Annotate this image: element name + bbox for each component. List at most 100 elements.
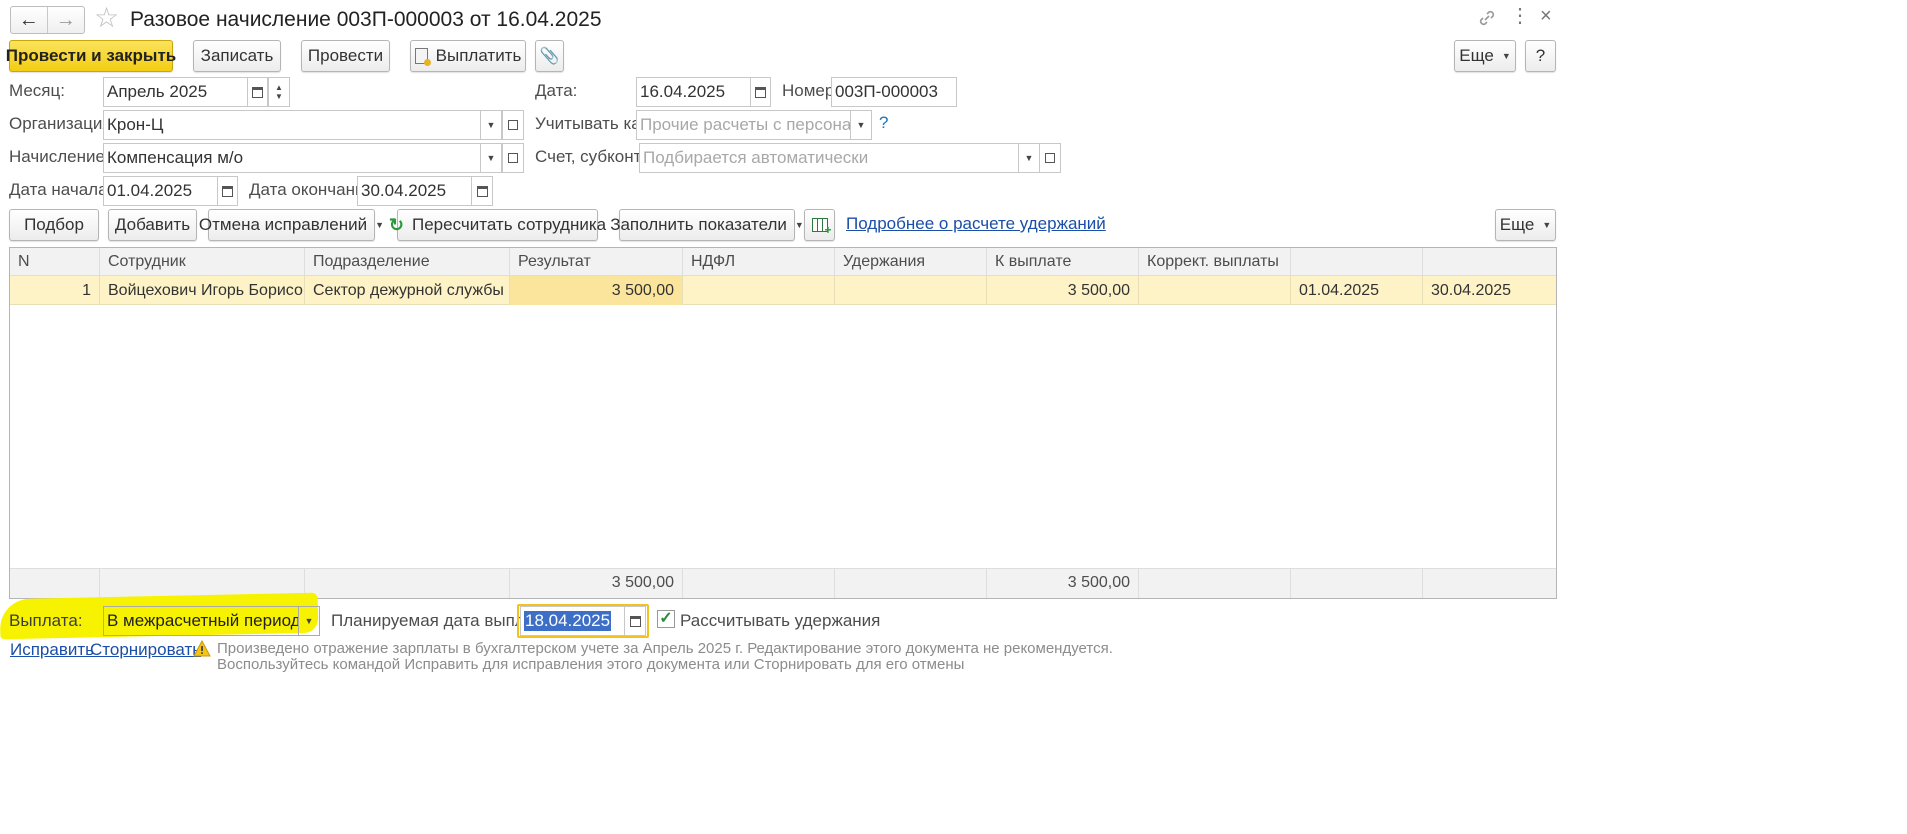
dropdown-arrow-icon: ▼ [1542,220,1552,230]
save-label: Записать [200,46,274,65]
table-more-label: Еще [1499,215,1535,234]
nav-buttons: ← → [10,6,85,34]
payment-label: Выплата: [9,611,83,630]
refresh-icon: ↻ [388,214,404,235]
document-pay-icon [414,48,431,66]
open-form-icon [508,120,518,130]
footer-cell-payment-correction [1139,568,1291,598]
end-date-calendar-button[interactable] [471,176,493,206]
row-cell-department: Сектор дежурной службы [305,276,510,305]
payment-field[interactable]: В межрасчетный период [103,606,299,636]
table-settings-button[interactable]: + [804,209,835,241]
col-header-period-start[interactable] [1291,248,1423,276]
subconto-open-button[interactable] [1039,143,1061,173]
planned-date-calendar-button[interactable] [624,606,646,636]
recalc-employee-button[interactable]: ↻ Пересчитать сотрудника [389,209,606,241]
organization-label: Организация: [9,114,117,133]
more-button[interactable]: Еще ▼ [1454,40,1516,72]
row-cell-payment-correction [1139,276,1291,305]
open-form-icon [508,153,518,163]
month-calendar-button[interactable] [247,77,268,107]
dropdown-arrow-icon: ▼ [375,220,385,230]
arrow-left-icon: ← [18,9,39,31]
help-button[interactable]: ? [1525,40,1556,72]
forward-button[interactable]: → [48,7,85,33]
col-header-result[interactable]: Результат [510,248,683,276]
col-header-ndfl[interactable]: НДФЛ [683,248,835,276]
month-value: Апрель 2025 [107,82,208,101]
col-header-n[interactable]: N [10,248,100,276]
cancel-corrections-button[interactable]: Отмена исправлений ▼ [199,209,384,241]
post-and-close-label: Провести и закрыть [5,46,177,65]
kebab-menu-icon[interactable]: ⋮ [1510,6,1530,26]
number-field[interactable]: 003П-000003 [831,77,957,107]
pick-button[interactable]: Подбор [9,209,99,241]
account-as-help-link[interactable]: ? [879,113,888,133]
organization-value: Крон-Ц [107,115,164,134]
month-field[interactable]: Апрель 2025 [103,77,248,107]
warning-icon [193,639,211,657]
add-label: Добавить [114,215,191,234]
payment-dropdown-button[interactable]: ▼ [298,606,320,636]
close-icon[interactable]: × [1540,6,1552,26]
total-to-pay: 3 500,00 [987,568,1139,598]
dropdown-arrow-icon: ▼ [486,120,496,130]
account-as-field[interactable]: Прочие расчеты с персоналом [636,110,851,140]
row-cell-deductions [835,276,987,305]
organization-field[interactable]: Крон-Ц [103,110,481,140]
col-header-to-pay[interactable]: К выплате [987,248,1139,276]
arrow-right-icon: → [55,9,76,31]
post-button[interactable]: Провести [301,40,390,72]
col-header-period-end[interactable] [1423,248,1556,276]
footer-cell-period-start [1291,568,1423,598]
dropdown-arrow-icon: ▼ [486,153,496,163]
reverse-link[interactable]: Сторнировать [90,640,201,660]
accrual-field[interactable]: Компенсация м/о [103,143,481,173]
post-and-close-button[interactable]: Провести и закрыть [5,40,177,72]
organization-dropdown-button[interactable]: ▼ [480,110,502,140]
accrual-dropdown-button[interactable]: ▼ [480,143,502,173]
back-button[interactable]: ← [11,7,48,33]
start-date-field[interactable]: 01.04.2025 [103,176,218,206]
organization-open-button[interactable] [502,110,524,140]
subconto-field[interactable]: Подбирается автоматически [639,143,1019,173]
month-spinner[interactable]: ▲ ▼ [268,77,290,107]
link-icon[interactable] [1477,8,1497,28]
attach-button[interactable]: 📎 [535,40,564,72]
col-header-employee[interactable]: Сотрудник [100,248,305,276]
subconto-dropdown-button[interactable]: ▼ [1018,143,1040,173]
col-header-payment-correction[interactable]: Коррект. выплаты [1139,248,1291,276]
date-calendar-button[interactable] [750,77,771,107]
fill-indicators-button[interactable]: Заполнить показатели ▼ [610,209,804,241]
account-as-dropdown-button[interactable]: ▼ [850,110,872,140]
date-field[interactable]: 16.04.2025 [636,77,751,107]
calc-deductions-checkbox[interactable]: ✓ [657,610,675,628]
start-date-calendar-button[interactable] [217,176,238,206]
col-header-department[interactable]: Подразделение [305,248,510,276]
spin-down-icon: ▼ [275,92,283,101]
favorite-star-icon[interactable]: ☆ [94,4,119,32]
deductions-details-link[interactable]: Подробнее о расчете удержаний [846,214,1106,234]
col-header-deductions[interactable]: Удержания [835,248,987,276]
checkmark-icon: ✓ [659,610,673,627]
row-cell-ndfl [683,276,835,305]
dropdown-arrow-icon: ▼ [794,220,804,230]
pay-button[interactable]: Выплатить [410,40,526,72]
planned-date-field[interactable]: 18.04.2025 [520,606,625,636]
footer-cell-deductions [835,568,987,598]
start-date-label: Дата начала: [9,180,113,199]
calc-deductions-label[interactable]: Рассчитывать удержания [680,611,880,631]
add-button[interactable]: Добавить [108,209,197,241]
date-value: 16.04.2025 [640,82,726,101]
row-cell-period-start: 01.04.2025 [1291,276,1423,305]
end-date-field[interactable]: 30.04.2025 [357,176,472,206]
fix-link[interactable]: Исправить [10,640,94,660]
accrual-open-button[interactable] [502,143,524,173]
footer-cell-department [305,568,510,598]
save-button[interactable]: Записать [193,40,281,72]
table-more-button[interactable]: Еще ▼ [1495,209,1556,241]
row-cell-result[interactable]: 3 500,00 [510,276,683,305]
accrual-label: Начисление: [9,147,110,166]
end-date-value: 30.04.2025 [361,181,447,200]
spin-up-icon: ▲ [275,83,283,92]
